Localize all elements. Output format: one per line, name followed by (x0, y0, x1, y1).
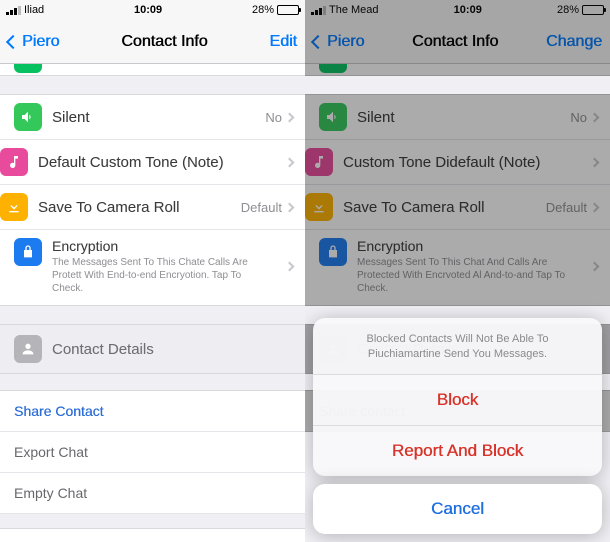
change-button[interactable]: Change (546, 33, 602, 51)
save-value: Default (241, 200, 282, 215)
back-label: Piero (22, 33, 59, 51)
download-icon (0, 193, 28, 221)
tone-label: Custom Tone Didefault (Note) (343, 154, 591, 171)
lock-icon (14, 238, 42, 266)
battery-percent: 28% (557, 4, 579, 16)
encryption-row: Encryption Messages Sent To This Chat An… (305, 229, 610, 305)
back-label: Piero (327, 33, 364, 51)
encryption-desc: Messages Sent To This Chat And Calls Are… (357, 256, 577, 295)
settings-section: Silent No Default Custom Tone (Note) Sav… (0, 94, 305, 306)
chevron-right-icon (285, 202, 295, 212)
contact-details-label: Contact Details (52, 341, 154, 358)
chevron-left-icon (6, 34, 20, 48)
signal-icon (6, 6, 21, 15)
silent-row: Silent No (305, 95, 610, 139)
speaker-icon (319, 103, 347, 131)
battery-icon (277, 5, 299, 15)
silent-value: No (265, 110, 282, 125)
chevron-right-icon (590, 157, 600, 167)
encryption-row[interactable]: Encryption The Messages Sent To This Cha… (0, 229, 305, 305)
page-title: Contact Info (412, 33, 498, 51)
block-contact-row[interactable]: Block Contact (0, 528, 305, 542)
save-label: Save To Camera Roll (343, 199, 546, 216)
save-row[interactable]: Save To Camera Roll Default (0, 184, 305, 229)
encryption-title: Encryption (357, 238, 591, 254)
lock-icon (319, 238, 347, 266)
save-label: Save To Camera Roll (38, 199, 241, 216)
battery-percent: 28% (252, 4, 274, 16)
share-contact-row[interactable]: Share Contact (0, 390, 305, 432)
chevron-right-icon (285, 262, 295, 272)
person-icon (14, 335, 42, 363)
tone-label: Default Custom Tone (Note) (38, 154, 286, 171)
clock: 10:09 (134, 4, 162, 16)
save-value: Default (546, 200, 587, 215)
silent-label: Silent (52, 109, 265, 126)
chevron-right-icon (590, 202, 600, 212)
contact-details-row[interactable]: Contact Details (0, 324, 305, 374)
phone-right: The Mead 10:09 28% Piero Contact Info Ch… (305, 0, 610, 542)
share-contact-row: Share contact (305, 390, 610, 432)
back-button[interactable]: Piero (313, 33, 364, 51)
chevron-right-icon (285, 112, 295, 122)
battery-icon (582, 5, 604, 15)
signal-icon (311, 6, 326, 15)
silent-label: Silent (357, 109, 570, 126)
chevron-left-icon (311, 34, 325, 48)
chevron-right-icon (590, 262, 600, 272)
chevron-right-icon (590, 112, 600, 122)
phone-left: Iliad 10:09 28% Piero Contact Info Edit … (0, 0, 305, 542)
status-bar: Iliad 10:09 28% (0, 0, 305, 20)
page-title: Contact Info (121, 33, 207, 51)
navbar: Piero Contact Info Change (305, 20, 610, 64)
settings-section: Silent No Custom Tone Didefault (Note) S… (305, 94, 610, 306)
navbar: Piero Contact Info Edit (0, 20, 305, 64)
carrier-label: Iliad (24, 4, 44, 16)
person-icon (319, 335, 347, 363)
edit-button[interactable]: Edit (269, 33, 297, 51)
clock: 10:09 (454, 4, 482, 16)
partial-row (305, 64, 610, 76)
silent-value: No (570, 110, 587, 125)
carrier-label: The Mead (329, 4, 379, 16)
save-row: Save To Camera Roll Default (305, 184, 610, 229)
partial-row (0, 64, 305, 76)
status-bar: The Mead 10:09 28% (305, 0, 610, 20)
speaker-icon (14, 103, 42, 131)
encryption-desc: The Messages Sent To This Chate Calls Ar… (52, 256, 272, 295)
back-button[interactable]: Piero (8, 33, 59, 51)
music-icon (305, 148, 333, 176)
encryption-title: Encryption (52, 238, 286, 254)
contact-details-label: Contact Details (357, 341, 459, 358)
silent-row[interactable]: Silent No (0, 95, 305, 139)
chevron-right-icon (285, 157, 295, 167)
tone-row: Custom Tone Didefault (Note) (305, 139, 610, 184)
content-scroll: Silent No Custom Tone Didefault (Note) S… (305, 64, 610, 542)
tone-row[interactable]: Default Custom Tone (Note) (0, 139, 305, 184)
empty-chat-row[interactable]: Empty Chat (0, 473, 305, 514)
music-icon (0, 148, 28, 176)
export-chat-row[interactable]: Export Chat (0, 432, 305, 473)
download-icon (305, 193, 333, 221)
content-scroll[interactable]: Silent No Default Custom Tone (Note) Sav… (0, 64, 305, 542)
contact-details-row: Contact Details (305, 324, 610, 374)
